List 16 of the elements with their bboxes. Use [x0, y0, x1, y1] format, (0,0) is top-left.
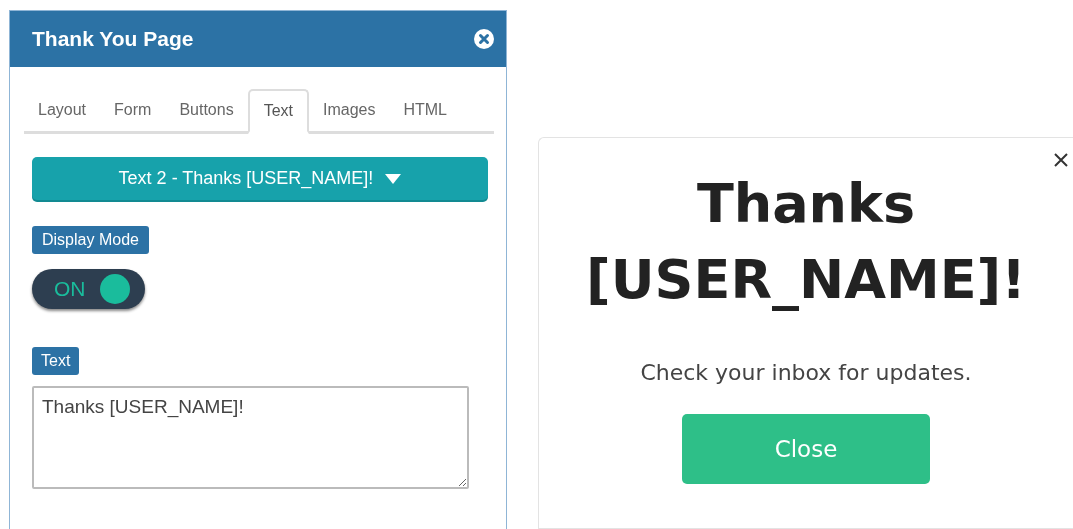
close-icon[interactable] — [1053, 152, 1069, 168]
preview-message: Check your inbox for updates. — [640, 360, 972, 385]
toggle-switch[interactable]: ON — [32, 269, 145, 309]
preview-heading: Thanks [USER_NAME]! — [585, 171, 1027, 313]
tab[interactable]: Form — [100, 89, 166, 131]
panel-title: Thank You Page — [32, 27, 194, 51]
tab[interactable]: Text — [247, 89, 309, 134]
field-label: Display Mode — [32, 226, 149, 254]
text-dropdown[interactable]: Text 2 - Thanks [USER_NAME]! — [32, 157, 488, 200]
tab[interactable]: Images — [309, 89, 390, 131]
caret-icon — [385, 173, 402, 184]
tab[interactable]: HTML — [389, 89, 461, 131]
field-label: Text — [32, 347, 80, 375]
tab[interactable]: Buttons — [165, 89, 248, 131]
tab[interactable]: Layout — [24, 89, 101, 131]
text-input-field[interactable]: Thanks [USER_NAME]! — [32, 386, 469, 489]
